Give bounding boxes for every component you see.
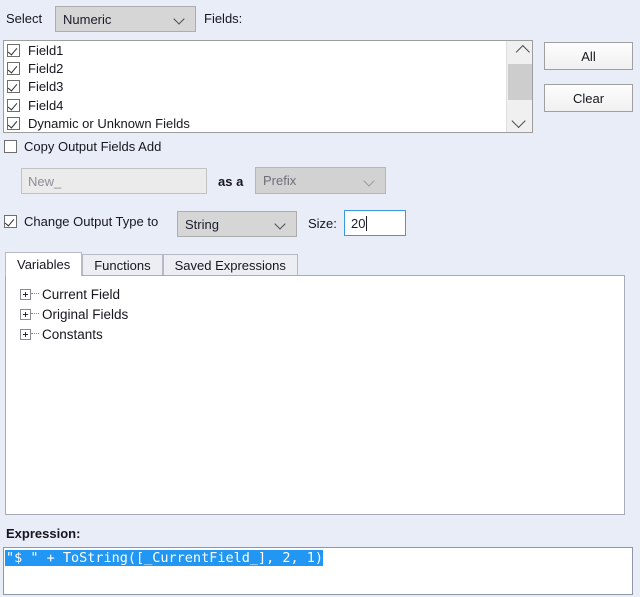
scrollbar-thumb[interactable] (508, 64, 532, 100)
change-output-type-row[interactable]: Change Output Type to (4, 215, 158, 228)
affix-position-value: Prefix (263, 173, 297, 188)
copy-output-fields-checkbox[interactable] (4, 140, 17, 153)
output-field-name-placeholder: New_ (28, 173, 62, 189)
tab-strip: Variables Functions Saved Expressions (5, 252, 625, 276)
tab-functions-label: Functions (94, 258, 151, 273)
affix-position-dropdown[interactable]: Prefix (255, 167, 386, 194)
list-item[interactable]: Field1 (4, 41, 532, 59)
variables-tree-panel[interactable]: Current Field Original Fields Constants (5, 275, 625, 515)
field-type-filter-value: Numeric (63, 11, 112, 27)
list-item[interactable]: Field3 (4, 78, 532, 96)
field-checkbox[interactable] (7, 43, 20, 57)
field-label: Field1 (28, 42, 64, 58)
tree-connector (31, 333, 39, 335)
variables-tree: Current Field Original Fields Constants (6, 276, 624, 344)
tree-node-original-fields[interactable]: Original Fields (20, 304, 624, 324)
tab-saved-expressions[interactable]: Saved Expressions (162, 254, 298, 276)
tree-connector (31, 293, 39, 295)
tree-node-current-field[interactable]: Current Field (20, 284, 624, 304)
field-checkbox[interactable] (7, 98, 20, 112)
plus-icon[interactable] (20, 328, 31, 340)
list-item[interactable]: Field4 (4, 96, 532, 114)
as-a-label: as a (218, 174, 244, 189)
all-button-label: All (581, 48, 596, 64)
expression-editor[interactable]: "$ " + ToString([_CurrentField_], 2, 1) (3, 547, 633, 595)
fields-label: Fields: (204, 11, 243, 26)
copy-output-fields-label: Copy Output Fields Add (24, 139, 162, 154)
tree-node-label: Current Field (42, 286, 121, 302)
tab-functions[interactable]: Functions (82, 254, 163, 276)
clear-selection-button[interactable]: Clear (544, 84, 633, 112)
size-value: 20 (351, 215, 366, 231)
field-label: Field2 (28, 61, 64, 77)
field-checkbox[interactable] (7, 62, 20, 76)
expression-label: Expression: (6, 526, 81, 541)
scroll-down-icon[interactable] (508, 110, 532, 132)
tree-connector (31, 313, 39, 315)
select-label: Select (6, 11, 43, 26)
output-type-value: String (185, 216, 219, 232)
plus-icon[interactable] (20, 308, 31, 320)
size-input[interactable]: 20 (344, 210, 406, 236)
tab-variables[interactable]: Variables (5, 252, 83, 276)
text-caret (366, 215, 368, 231)
field-checkbox[interactable] (7, 80, 20, 94)
field-label: Field4 (28, 97, 64, 113)
tab-saved-expressions-label: Saved Expressions (174, 258, 286, 273)
field-label: Field3 (28, 79, 64, 95)
chevron-down-icon (173, 12, 187, 26)
scroll-up-icon[interactable] (507, 41, 532, 63)
field-type-filter-dropdown[interactable]: Numeric (55, 6, 196, 32)
select-all-button[interactable]: All (544, 42, 633, 70)
plus-icon[interactable] (20, 288, 31, 300)
copy-output-fields-row[interactable]: Copy Output Fields Add (4, 140, 161, 153)
field-checkbox[interactable] (7, 117, 20, 131)
list-item[interactable]: Field2 (4, 59, 532, 77)
output-field-name-input[interactable]: New_ (21, 168, 207, 194)
change-output-type-checkbox[interactable] (4, 215, 17, 228)
output-type-dropdown[interactable]: String (177, 211, 297, 237)
tree-node-label: Original Fields (42, 306, 129, 322)
expression-line: "$ " + ToString([_CurrentField_], 2, 1) (4, 548, 632, 567)
clear-button-label: Clear (572, 90, 605, 106)
change-output-type-label: Change Output Type to (24, 214, 159, 229)
tree-node-constants[interactable]: Constants (20, 324, 624, 344)
list-item[interactable]: Dynamic or Unknown Fields (4, 115, 532, 132)
tree-node-label: Constants (42, 326, 103, 342)
size-label: Size: (308, 216, 337, 231)
tab-variables-label: Variables (17, 257, 71, 272)
expression-text: "$ " + ToString([_CurrentField_], 2, 1) (5, 550, 323, 566)
chevron-down-icon (363, 174, 377, 188)
fields-list-scrollbar[interactable] (506, 41, 532, 132)
fields-list[interactable]: Field1 Field2 Field3 Field4 Dynamic or U… (3, 40, 533, 133)
field-label: Dynamic or Unknown Fields (28, 116, 190, 132)
chevron-down-icon (274, 217, 288, 231)
